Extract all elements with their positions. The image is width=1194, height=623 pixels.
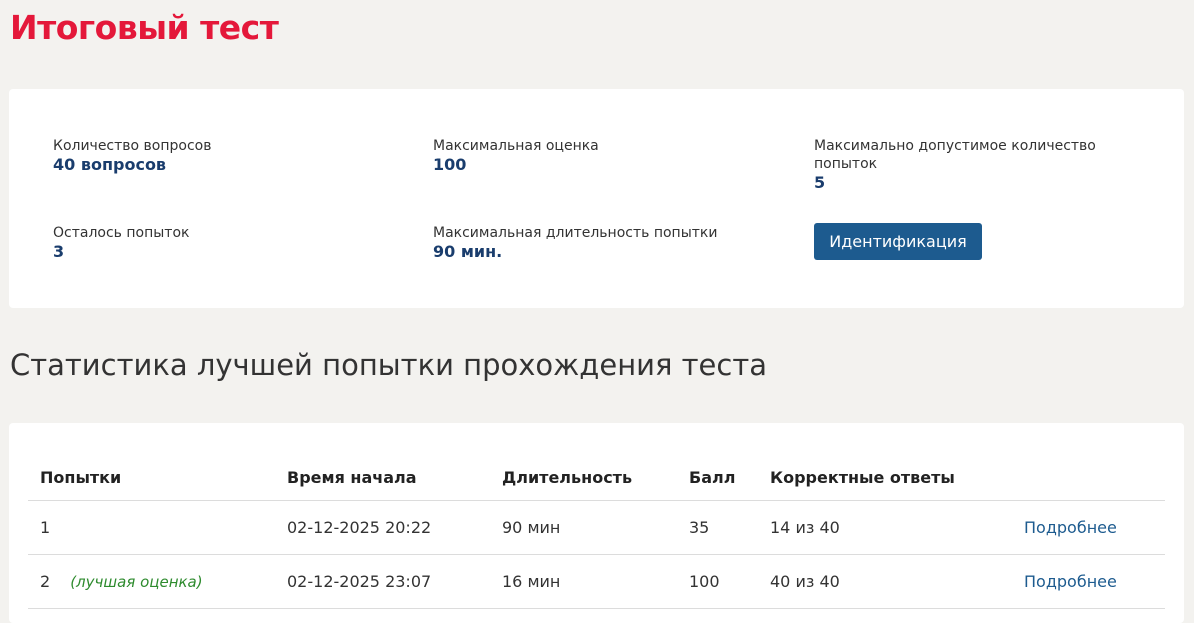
attempts-table: Попытки Время начала Длительность Балл К… [28, 454, 1165, 609]
info-remaining: Осталось попыток 3 [53, 224, 373, 262]
max-attempts-label: Максимально допустимое количество попыто… [814, 138, 1096, 172]
start-time-cell: 02-12-2025 23:07 [275, 554, 490, 609]
score-cell: 35 [677, 500, 758, 555]
column-header-correct: Корректные ответы [758, 454, 1012, 501]
info-max-score: Максимальная оценка 100 [433, 137, 753, 175]
max-duration-value: 90 мин. [433, 242, 503, 261]
column-header-score: Балл [677, 454, 758, 501]
duration-cell: 16 мин [490, 554, 677, 609]
best-score-note: (лучшая оценка) [70, 573, 203, 591]
attempts-card: Попытки Время начала Длительность Балл К… [9, 423, 1184, 623]
page-title: Итоговый тест [10, 8, 279, 47]
score-cell: 100 [677, 554, 758, 609]
column-header-actions [1012, 454, 1165, 501]
details-cell: Подробнее [1012, 500, 1165, 555]
max-score-label: Максимальная оценка [433, 138, 599, 154]
column-header-start-time: Время начала [275, 454, 490, 501]
test-info-card: Количество вопросов 40 вопросов Максимал… [9, 89, 1184, 308]
attempt-number: 1 [40, 518, 51, 537]
table-row: 1 02-12-2025 20:22 90 мин 35 14 из 40 По… [28, 500, 1165, 555]
info-max-duration: Максимальная длительность попытки 90 мин… [433, 224, 773, 262]
correct-cell: 14 из 40 [758, 500, 1012, 555]
attempt-cell: 1 [28, 500, 275, 555]
remaining-value: 3 [53, 242, 65, 261]
max-score-value: 100 [433, 155, 467, 174]
identification-button[interactable]: Идентификация [814, 223, 982, 260]
table-header-row: Попытки Время начала Длительность Балл К… [28, 454, 1165, 501]
max-duration-label: Максимальная длительность попытки [433, 225, 718, 241]
stats-section-title: Статистика лучшей попытки прохождения те… [10, 348, 768, 382]
info-questions: Количество вопросов 40 вопросов [53, 137, 373, 175]
details-link[interactable]: Подробнее [1024, 518, 1117, 537]
table-row: 2 (лучшая оценка) 02-12-2025 23:07 16 мин… [28, 554, 1165, 609]
questions-label: Количество вопросов [53, 138, 212, 154]
questions-value: 40 вопросов [53, 155, 167, 174]
remaining-label: Осталось попыток [53, 225, 190, 241]
duration-cell: 90 мин [490, 500, 677, 555]
column-header-attempts: Попытки [28, 454, 275, 501]
start-time-cell: 02-12-2025 20:22 [275, 500, 490, 555]
column-header-duration: Длительность [490, 454, 677, 501]
details-link[interactable]: Подробнее [1024, 572, 1117, 591]
max-attempts-value: 5 [814, 173, 826, 192]
details-cell: Подробнее [1012, 554, 1165, 609]
correct-cell: 40 из 40 [758, 554, 1012, 609]
attempt-cell: 2 (лучшая оценка) [28, 554, 275, 609]
attempt-number: 2 [40, 572, 51, 591]
info-max-attempts: Максимально допустимое количество попыто… [814, 137, 1114, 193]
